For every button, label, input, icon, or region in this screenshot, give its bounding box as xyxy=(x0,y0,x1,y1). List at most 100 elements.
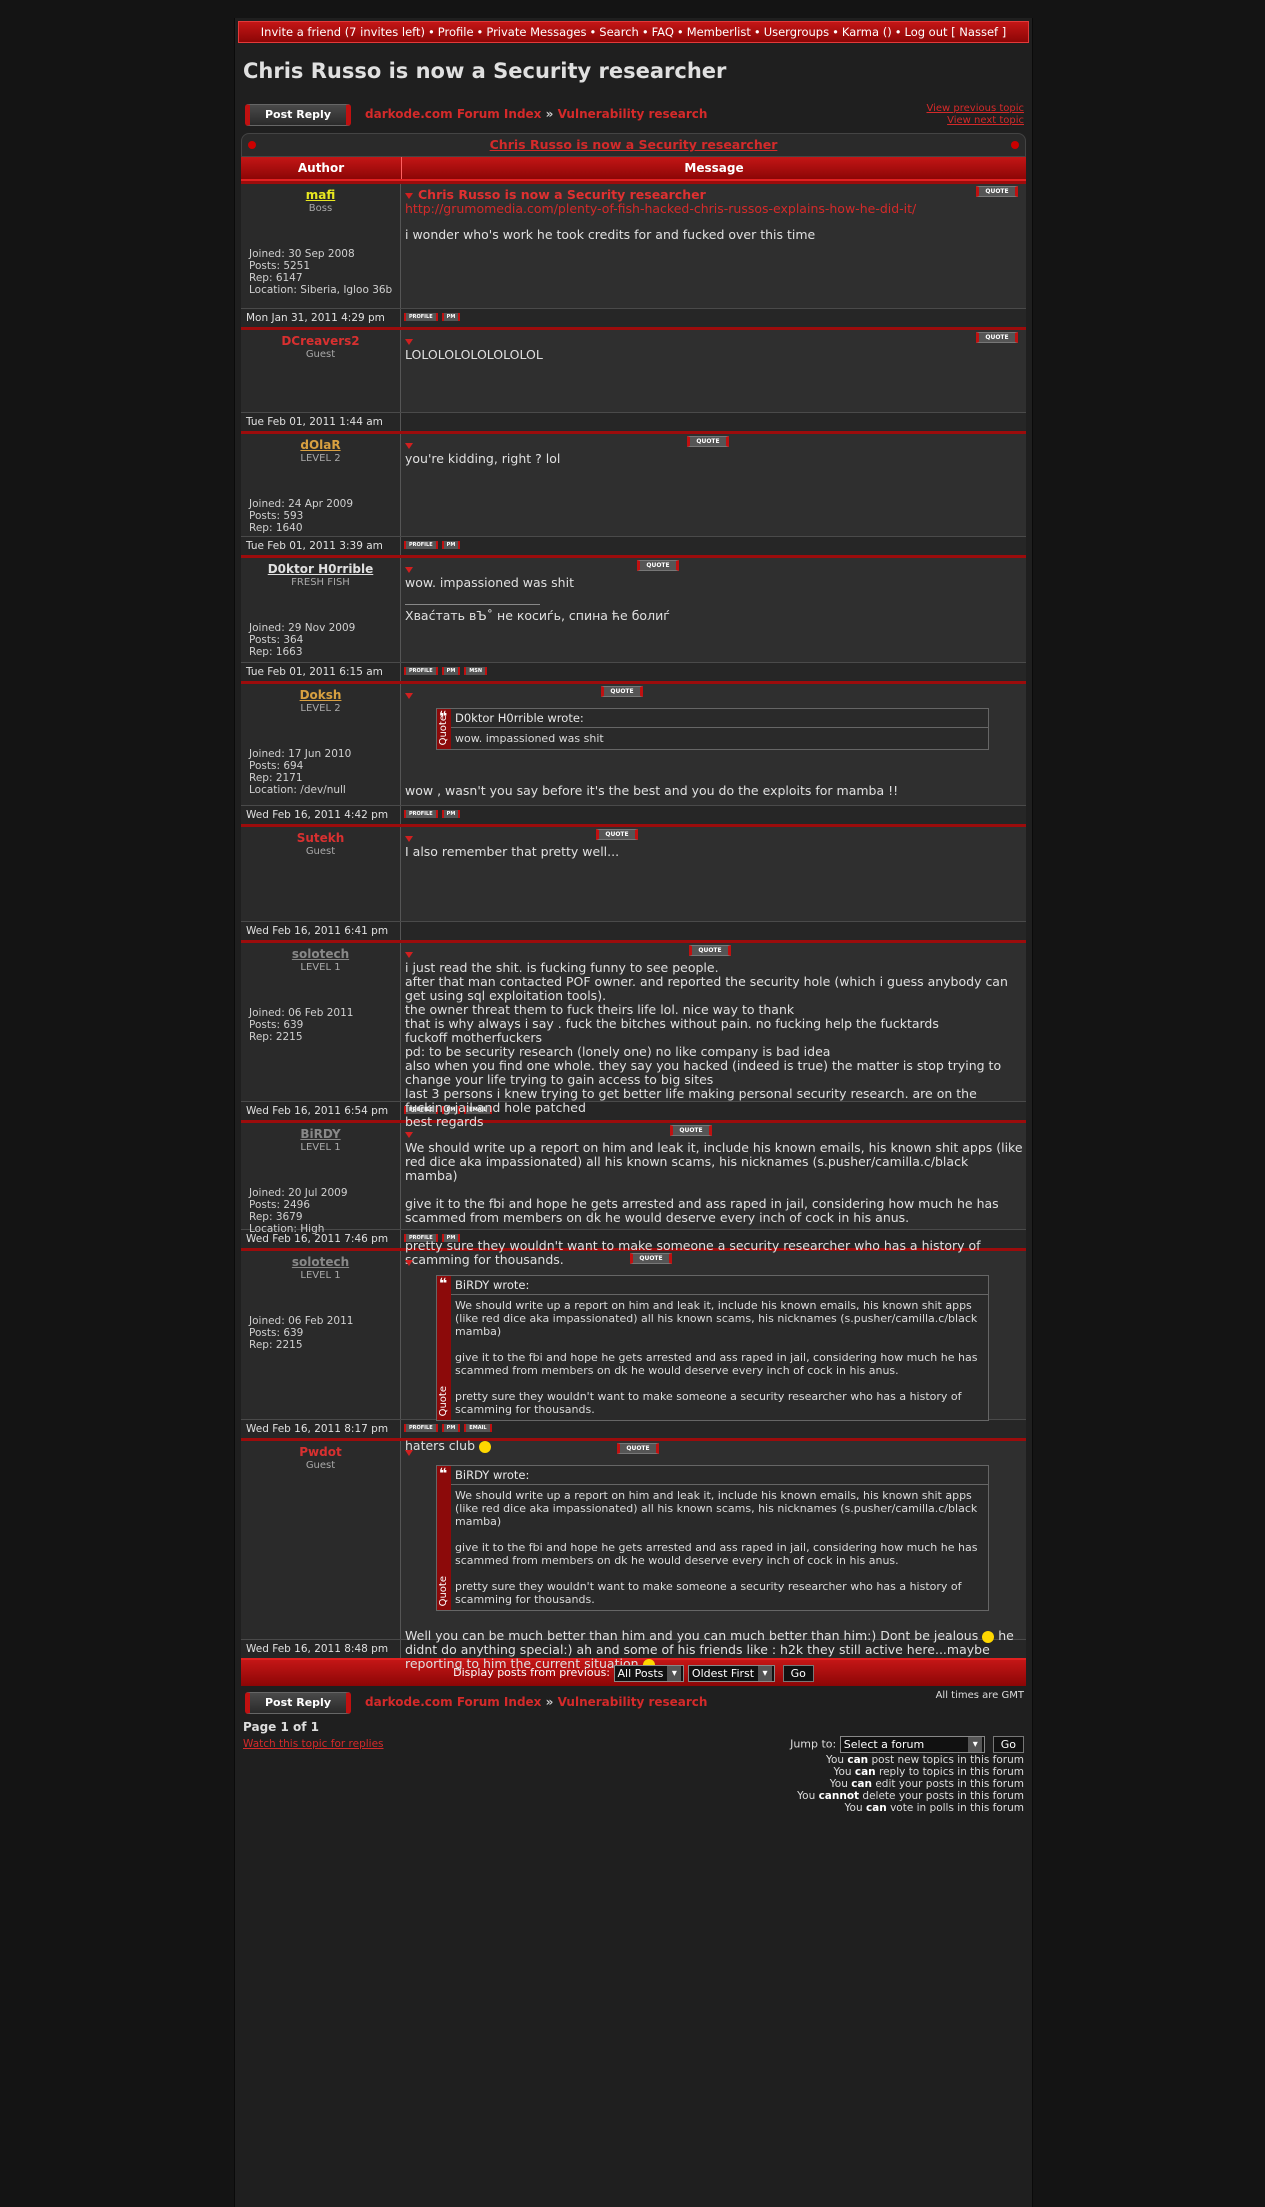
post-date: Tue Feb 01, 2011 1:44 am xyxy=(241,413,401,431)
breadcrumb-subforum[interactable]: Vulnerability research xyxy=(558,107,708,121)
page-indicator: Page 1 of 1 xyxy=(243,1720,319,1734)
author-name[interactable]: Sutekh xyxy=(241,831,400,845)
quote-button[interactable]: QUOTE xyxy=(976,186,1018,197)
post-line: that is why always i say . fuck the bitc… xyxy=(405,1016,939,1031)
author-name[interactable]: DCreavers2 xyxy=(241,334,400,348)
post-body: QUOTE ❝ Quote BiRDY wrote: We should write u… xyxy=(401,1251,1026,1453)
pm-button[interactable]: PM xyxy=(441,541,461,549)
nav-item[interactable]: Log out [ Nassef ] xyxy=(904,25,1006,39)
author-name[interactable]: Doksh xyxy=(241,688,400,702)
nav-item[interactable]: Private Messages xyxy=(486,25,586,39)
post-text-content: Well you can be much better than him and… xyxy=(405,1628,979,1643)
quote-button[interactable]: QUOTE xyxy=(630,1253,672,1264)
author-name[interactable]: dOlaR xyxy=(241,438,400,452)
quote-marks-icon: ❝ xyxy=(439,1276,448,1292)
profile-button[interactable]: PROFILE xyxy=(404,667,438,675)
pm-button[interactable]: PM xyxy=(441,810,461,818)
post-footer-buttons: PROFILE PM MSN xyxy=(401,663,488,681)
post-author: Sutekh Guest xyxy=(241,827,401,921)
quote-block: ❝ Quote BiRDY wrote: We should write up a r… xyxy=(436,1465,989,1611)
author-name[interactable]: BiRDY xyxy=(241,1127,400,1141)
permission-post: reply to topics in this forum xyxy=(875,1766,1024,1778)
watch-topic-link[interactable]: Watch this topic for replies xyxy=(243,1738,384,1750)
post-text-content: LOLOLOLOLOLOLOLOL xyxy=(405,347,543,362)
author-rank: LEVEL 1 xyxy=(300,1142,341,1153)
nav-item[interactable]: FAQ xyxy=(652,25,674,39)
post-reply-button-bottom[interactable]: Post Reply xyxy=(245,1692,351,1714)
profile-button[interactable]: PROFILE xyxy=(404,541,438,549)
author-name[interactable]: Pwdot xyxy=(241,1445,400,1459)
quote-button[interactable]: QUOTE xyxy=(596,829,638,840)
thread-title-link[interactable]: Chris Russo is now a Security researcher xyxy=(490,137,778,152)
post: D0ktor H0rrible FRESH FISH Joined: 29 Nov … xyxy=(241,555,1026,662)
author-stats: Joined: 30 Sep 2008 Posts: 5251 Rep: 6147 L… xyxy=(249,248,400,296)
post-icon xyxy=(405,692,413,699)
post-reply-button[interactable]: Post Reply xyxy=(245,104,351,126)
post-author: Pwdot Guest xyxy=(241,1441,401,1639)
post-header: Chris Russo is now a Security researcher xyxy=(405,188,1023,202)
quote-button[interactable]: QUOTE xyxy=(687,436,729,447)
breadcrumb: darkode.com Forum Index » Vulnerability … xyxy=(365,107,707,121)
pm-button[interactable]: PM xyxy=(441,667,461,675)
quote-button[interactable]: QUOTE xyxy=(637,560,679,571)
author-name[interactable]: mafi xyxy=(241,188,400,202)
sort-order-select[interactable]: Oldest First xyxy=(687,1664,776,1682)
quote-paragraph: We should write up a report on him and l… xyxy=(455,1489,978,1528)
post-footer-buttons xyxy=(401,413,404,431)
post-body: QUOTE wow. impassioned was shit Хваćтать в… xyxy=(401,558,1026,662)
nav-item[interactable]: Memberlist xyxy=(687,25,751,39)
timezone-note: All times are GMT xyxy=(935,1690,1024,1701)
view-previous-topic-link[interactable]: View previous topic xyxy=(926,103,1024,115)
author-name[interactable]: solotech xyxy=(241,1255,400,1269)
jump-to-select[interactable]: Select a forum xyxy=(839,1736,986,1753)
permission-pre: You xyxy=(797,1790,819,1802)
permission-verb: can xyxy=(851,1778,872,1790)
permission-verb: can xyxy=(854,1766,876,1778)
breadcrumb-forum-index[interactable]: darkode.com Forum Index xyxy=(365,1695,541,1709)
display-filter-select[interactable]: All Posts xyxy=(613,1664,685,1682)
post-text: wow , wasn't you say before it's the bes… xyxy=(405,784,1023,798)
post-list: mafi Boss Joined: 30 Sep 2008 Posts: 5251 Re… xyxy=(241,181,1026,1671)
post-icon xyxy=(405,1131,413,1138)
quote-label: ❝ Quote xyxy=(437,709,451,749)
quote-button[interactable]: QUOTE xyxy=(617,1443,659,1454)
view-next-topic-link[interactable]: View next topic xyxy=(926,115,1024,127)
nav-item[interactable]: Usergroups xyxy=(764,25,829,39)
nav-item[interactable]: Profile xyxy=(438,25,474,39)
nav-separator: • xyxy=(676,25,684,39)
author-name[interactable]: solotech xyxy=(241,947,400,961)
profile-button[interactable]: PROFILE xyxy=(404,313,438,321)
post-body: QUOTE ❝ Quote BiRDY wrote: We should write u… xyxy=(401,1441,1026,1671)
breadcrumb-subforum[interactable]: Vulnerability research xyxy=(558,1695,708,1709)
post-icon xyxy=(405,192,413,199)
author-rank: Guest xyxy=(305,1460,336,1471)
author-rank: LEVEL 1 xyxy=(300,962,341,973)
post-date: Wed Feb 16, 2011 4:42 pm xyxy=(241,806,401,824)
quote-button[interactable]: QUOTE xyxy=(689,945,731,956)
post-line: the owner threat them to fuck theirs lif… xyxy=(405,1002,795,1017)
post-icon xyxy=(405,566,413,573)
author-rank: Guest xyxy=(305,846,336,857)
pm-button[interactable]: PM xyxy=(441,313,461,321)
quote-content: D0ktor H0rrible wrote: wow. impassioned w… xyxy=(451,709,988,749)
nav-item[interactable]: Karma () xyxy=(842,25,892,39)
profile-button[interactable]: PROFILE xyxy=(404,810,438,818)
post-line: fuckoff motherfuckers xyxy=(405,1030,543,1045)
author-stat: Joined: 17 Jun 2010 xyxy=(249,748,352,760)
author-name[interactable]: D0ktor H0rrible xyxy=(241,562,400,576)
post-footer-buttons: PROFILE PM xyxy=(401,309,461,327)
nav-item[interactable]: Invite a friend (7 invites left) xyxy=(261,25,425,39)
jump-go-button[interactable]: Go xyxy=(992,1736,1024,1753)
msn-button[interactable]: MSN xyxy=(464,667,488,675)
post-link[interactable]: http://grumomedia.com/plenty-of-fish-hac… xyxy=(405,202,1023,216)
post-header xyxy=(405,334,1023,348)
nav-item[interactable]: Search xyxy=(599,25,639,39)
author-stat: Posts: 2496 xyxy=(249,1199,311,1211)
author-rank: LEVEL 2 xyxy=(300,703,341,714)
quote-button[interactable]: QUOTE xyxy=(670,1125,712,1136)
quote-button[interactable]: QUOTE xyxy=(601,686,643,697)
author-stat: Rep: 3679 xyxy=(249,1211,303,1223)
breadcrumb-forum-index[interactable]: darkode.com Forum Index xyxy=(365,107,541,121)
quote-button[interactable]: QUOTE xyxy=(976,332,1018,343)
author-stat: Posts: 694 xyxy=(249,760,304,772)
